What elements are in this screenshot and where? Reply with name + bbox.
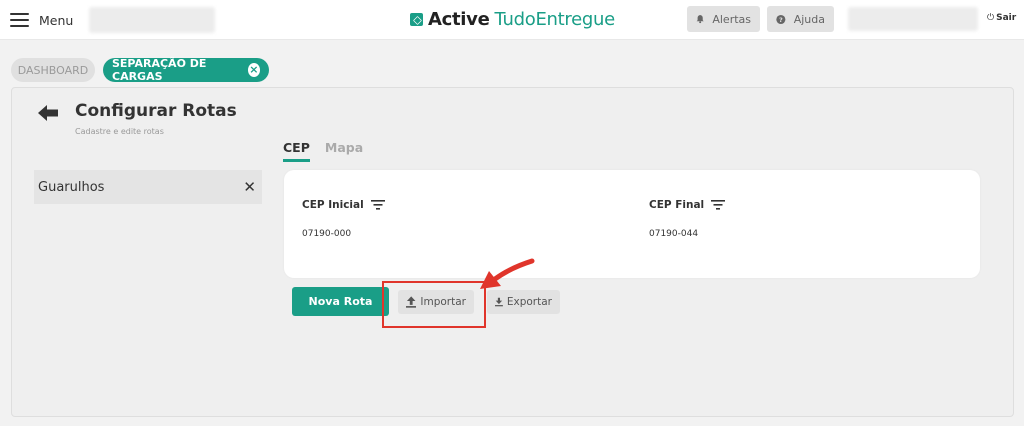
export-label: Exportar (506, 296, 552, 308)
table-cell-cep-inicial: 07190-000 (302, 229, 352, 239)
close-tab-icon[interactable]: × (247, 63, 260, 77)
filter-icon[interactable] (370, 200, 385, 210)
breadcrumb: DASHBOARD SEPARAÇÃO DE CARGAS × (11, 57, 269, 83)
column-header-cep-final[interactable]: CEP Final (649, 199, 726, 211)
app-logo: Active TudoEntregue (410, 8, 615, 30)
new-route-button[interactable]: Nova Rota (292, 287, 389, 316)
filter-icon[interactable] (711, 200, 726, 210)
logo-text-light: TudoEntregue (494, 8, 616, 30)
region-list-item[interactable]: Guarulhos ✕ (34, 170, 262, 204)
download-icon (495, 297, 503, 307)
logout-label: Sair (996, 13, 1017, 23)
logo-text-bold: Active (428, 8, 490, 30)
tab-cep[interactable]: CEP (283, 140, 310, 162)
breadcrumb-current[interactable]: SEPARAÇÃO DE CARGAS × (103, 57, 269, 83)
svg-text:?: ? (779, 15, 783, 23)
alerts-label: Alertas (712, 12, 751, 26)
menu-label: Menu (39, 12, 74, 28)
help-icon: ? (776, 14, 786, 24)
column-header-cep-inicial[interactable]: CEP Inicial (302, 199, 385, 211)
hamburger-icon (10, 13, 29, 27)
page-title: Configurar Rotas (75, 101, 237, 121)
column-header-label: CEP Final (649, 199, 705, 211)
help-label: Ajuda (793, 12, 825, 26)
import-button[interactable]: Importar (398, 290, 474, 314)
view-tabs: CEP Mapa (283, 140, 378, 162)
back-arrow-icon[interactable] (38, 104, 58, 122)
table-cell-cep-final: 07190-044 (649, 229, 699, 239)
breadcrumb-dashboard-label: DASHBOARD (17, 63, 89, 77)
page-subtitle: Cadastre e edite rotas (75, 127, 164, 136)
breadcrumb-dashboard[interactable]: DASHBOARD (11, 58, 95, 82)
cep-table-card: CEP Inicial CEP Final 07190-000 07190-04… (284, 170, 980, 278)
remove-icon[interactable]: ✕ (243, 178, 256, 196)
column-header-label: CEP Inicial (302, 199, 364, 211)
redacted-field (89, 7, 215, 33)
tab-mapa[interactable]: Mapa (325, 140, 363, 162)
logo-icon (410, 12, 423, 26)
alerts-button[interactable]: Alertas (687, 6, 760, 32)
bell-icon (696, 15, 704, 24)
import-label: Importar (420, 296, 466, 308)
export-button[interactable]: Exportar (487, 290, 560, 314)
help-button[interactable]: ? Ajuda (767, 6, 834, 32)
power-icon: ⏻ (987, 13, 995, 23)
menu-button[interactable]: Menu (10, 10, 73, 30)
logout-button[interactable]: ⏻ Sair (987, 13, 1016, 23)
breadcrumb-current-label: SEPARAÇÃO DE CARGAS (112, 57, 207, 83)
redacted-user (848, 7, 978, 31)
region-name: Guarulhos (38, 179, 105, 195)
upload-icon (406, 296, 417, 308)
top-bar: Menu Active TudoEntregue Alertas ? Ajuda… (0, 0, 1024, 40)
